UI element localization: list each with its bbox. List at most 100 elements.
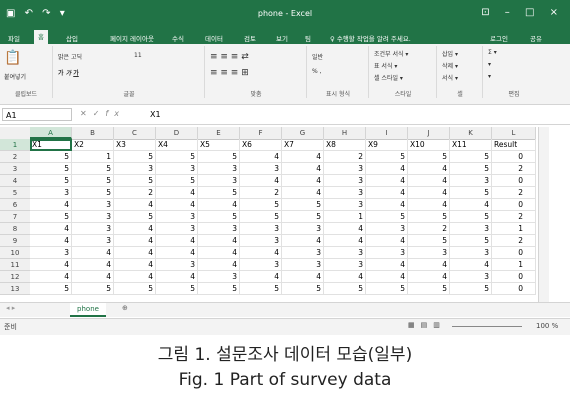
data-cell[interactable]: 5 (114, 175, 156, 187)
row-header[interactable]: 7 (0, 211, 30, 223)
data-cell[interactable]: 4 (240, 247, 282, 259)
clear-button[interactable]: ▾ (488, 73, 491, 80)
data-cell[interactable]: 3 (366, 223, 408, 235)
row-header[interactable]: 5 (0, 187, 30, 199)
data-cell[interactable]: 5 (198, 187, 240, 199)
data-cell[interactable]: 4 (72, 259, 114, 271)
data-cell[interactable]: 5 (366, 151, 408, 163)
data-cell[interactable]: 5 (450, 151, 492, 163)
data-cell[interactable]: 5 (114, 151, 156, 163)
column-header-k[interactable]: K (450, 127, 492, 139)
column-header-b[interactable]: B (72, 127, 114, 139)
data-cell[interactable]: 1 (324, 211, 366, 223)
format-cell-button[interactable]: 서식 ▾ (442, 73, 458, 82)
data-cell[interactable]: 4 (114, 223, 156, 235)
column-header-a[interactable]: A (30, 127, 72, 139)
data-cell[interactable]: 3 (408, 247, 450, 259)
data-cell[interactable]: 3 (72, 235, 114, 247)
row-header[interactable]: 6 (0, 199, 30, 211)
data-cell[interactable]: 4 (198, 235, 240, 247)
data-cell[interactable]: 3 (30, 247, 72, 259)
data-cell[interactable]: 4 (366, 163, 408, 175)
data-cell[interactable]: 4 (156, 271, 198, 283)
data-cell[interactable]: 4 (366, 175, 408, 187)
data-cell[interactable]: 3 (282, 247, 324, 259)
tab-1[interactable]: 홈 (34, 30, 48, 44)
data-cell[interactable]: 3 (240, 223, 282, 235)
data-cell[interactable]: 4 (240, 175, 282, 187)
header-cell[interactable]: X11 (450, 139, 492, 151)
data-cell[interactable]: 4 (450, 259, 492, 271)
data-cell[interactable]: 4 (114, 235, 156, 247)
login-link[interactable]: 로그인 (490, 33, 508, 43)
data-cell[interactable]: 5 (156, 175, 198, 187)
data-cell[interactable]: 4 (156, 199, 198, 211)
table-format-button[interactable]: 표 서식 ▾ (374, 61, 397, 70)
data-cell[interactable]: 5 (114, 211, 156, 223)
font-size-select[interactable]: 11 (134, 52, 142, 59)
column-header-e[interactable]: E (198, 127, 240, 139)
data-cell[interactable]: 4 (408, 175, 450, 187)
paste-button[interactable]: 붙여넣기 (4, 72, 26, 81)
data-cell[interactable]: 3 (156, 259, 198, 271)
data-cell[interactable]: 3 (156, 211, 198, 223)
data-cell[interactable]: 3 (240, 235, 282, 247)
data-cell[interactable]: 5 (450, 187, 492, 199)
conditional-format-button[interactable]: 조건부 서식 ▾ (374, 49, 408, 58)
data-cell[interactable]: 4 (366, 271, 408, 283)
data-cell[interactable]: 3 (198, 271, 240, 283)
data-cell[interactable]: 4 (366, 199, 408, 211)
data-cell[interactable]: 5 (324, 283, 366, 295)
data-cell[interactable]: 5 (198, 211, 240, 223)
data-cell[interactable]: 3 (30, 187, 72, 199)
data-cell[interactable]: 3 (72, 211, 114, 223)
column-header-h[interactable]: H (324, 127, 366, 139)
add-sheet-icon[interactable]: ⊕ (122, 304, 128, 312)
data-cell[interactable]: 3 (240, 259, 282, 271)
data-cell[interactable]: 2 (408, 223, 450, 235)
fill-button[interactable]: ▾ (488, 61, 491, 68)
header-cell[interactable]: X8 (324, 139, 366, 151)
insert-cell-button[interactable]: 삽입 ▾ (442, 49, 458, 58)
row-header[interactable]: 13 (0, 283, 30, 295)
data-cell[interactable]: 3 (282, 259, 324, 271)
data-cell[interactable]: 3 (366, 247, 408, 259)
tab-2[interactable]: 삽입 (66, 33, 78, 43)
data-cell[interactable]: 0 (492, 175, 536, 187)
data-cell[interactable]: 5 (282, 199, 324, 211)
data-cell[interactable]: 4 (366, 235, 408, 247)
data-cell[interactable]: 5 (408, 235, 450, 247)
data-cell[interactable]: 5 (156, 283, 198, 295)
column-header-g[interactable]: G (282, 127, 324, 139)
data-cell[interactable]: 5 (408, 283, 450, 295)
data-cell[interactable]: 1 (72, 151, 114, 163)
data-cell[interactable]: 4 (114, 271, 156, 283)
data-cell[interactable]: 5 (30, 151, 72, 163)
indent-icons[interactable]: ≡ ≡ ≡ ⊞ (210, 68, 249, 78)
data-cell[interactable]: 5 (30, 283, 72, 295)
data-cell[interactable]: 5 (240, 283, 282, 295)
data-cell[interactable]: 4 (198, 247, 240, 259)
data-cell[interactable]: 4 (156, 187, 198, 199)
data-cell[interactable]: 3 (114, 163, 156, 175)
data-cell[interactable]: 3 (324, 259, 366, 271)
paste-icon[interactable]: 📋 (4, 50, 21, 66)
data-cell[interactable]: 4 (324, 235, 366, 247)
data-cell[interactable]: 4 (240, 271, 282, 283)
data-cell[interactable]: 4 (30, 199, 72, 211)
data-cell[interactable]: 3 (324, 199, 366, 211)
column-header-c[interactable]: C (114, 127, 156, 139)
view-buttons[interactable]: ▦▤▥ (408, 321, 446, 329)
data-cell[interactable]: 2 (492, 163, 536, 175)
tab-7[interactable]: 보기 (276, 33, 288, 43)
data-cell[interactable]: 2 (240, 187, 282, 199)
data-cell[interactable]: 4 (30, 259, 72, 271)
vertical-scrollbar[interactable] (538, 127, 549, 302)
header-cell[interactable]: X6 (240, 139, 282, 151)
header-cell[interactable]: X3 (114, 139, 156, 151)
data-cell[interactable]: 4 (198, 199, 240, 211)
data-cell[interactable]: 4 (72, 247, 114, 259)
column-header-j[interactable]: J (408, 127, 450, 139)
data-cell[interactable]: 0 (492, 283, 536, 295)
formula-icons[interactable]: ✕✓fx (80, 109, 125, 118)
